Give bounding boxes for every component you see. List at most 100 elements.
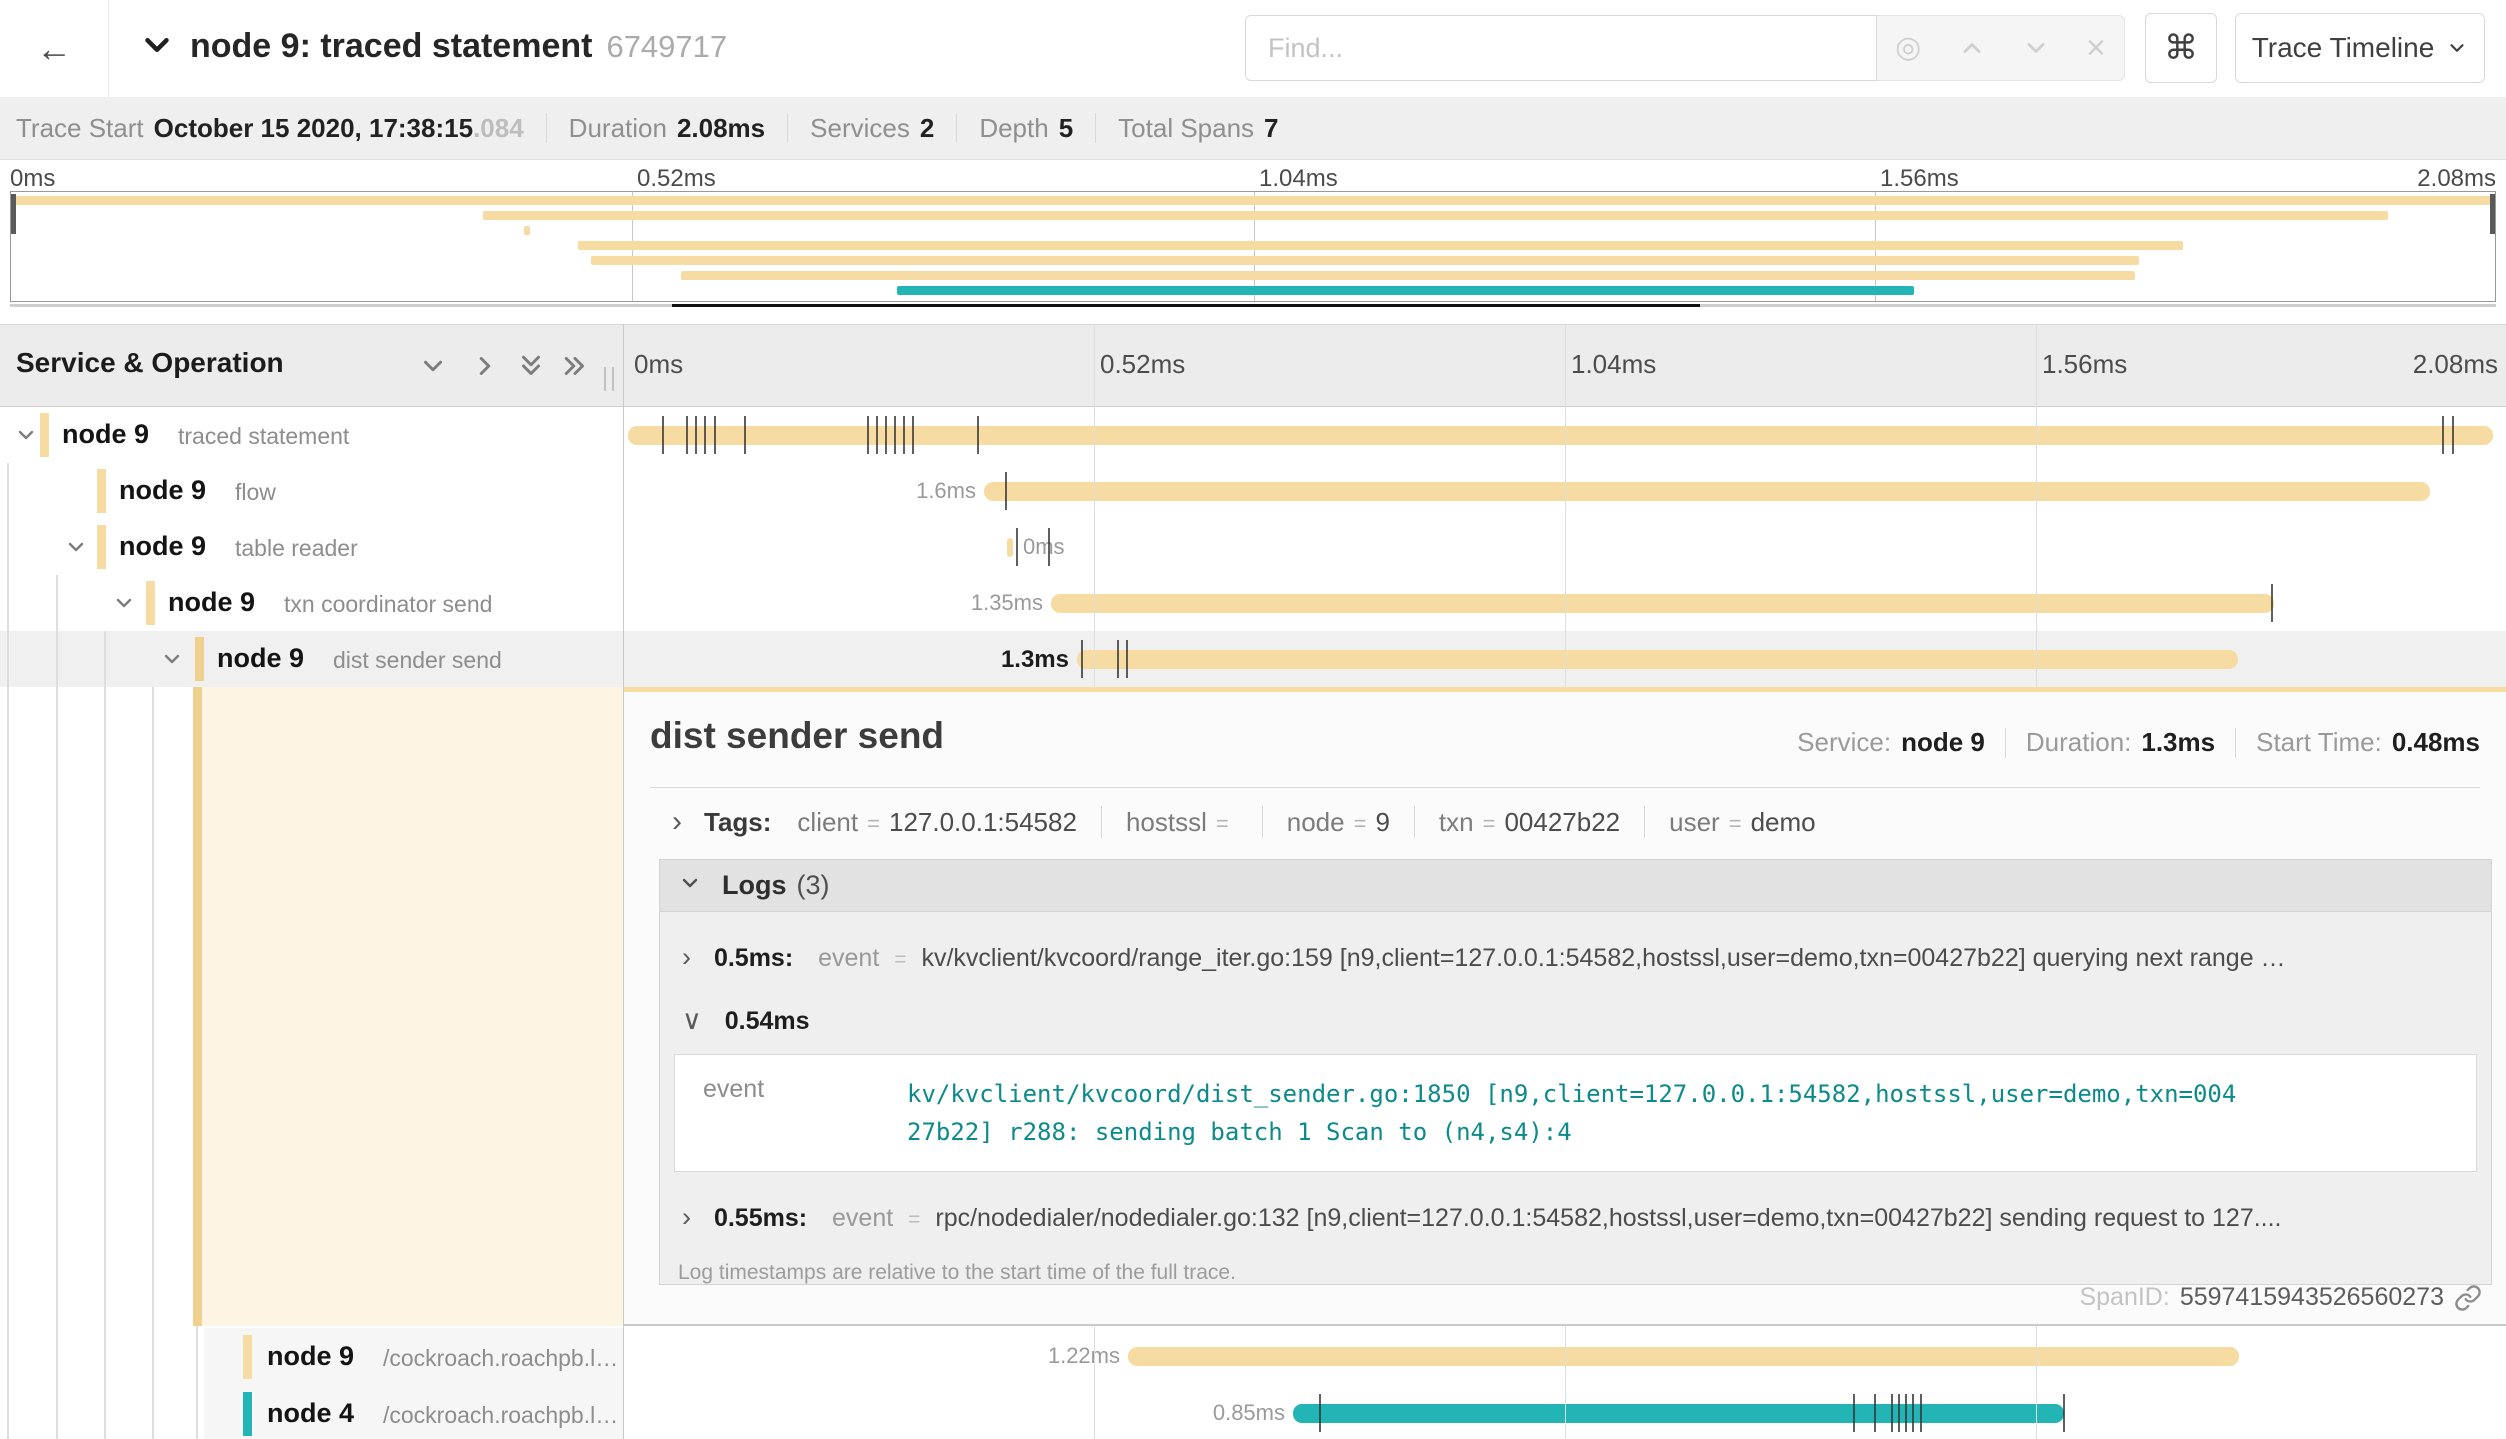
service-operation-header: Service & Operation (16, 347, 284, 379)
span-service: node 9 (119, 531, 206, 562)
trace-title-collapse-toggle[interactable] (138, 26, 176, 69)
span-operation: table reader (235, 535, 358, 562)
log-row-1[interactable]: › 0.5ms: event = kv/kvclient/kvcoord/ran… (682, 942, 2461, 973)
focus-match-icon[interactable]: ◎ (1895, 33, 1921, 63)
minimap-tick: 0ms (10, 165, 55, 193)
link-icon[interactable] (2454, 1284, 2482, 1312)
minimap-span-bar (591, 256, 2139, 265)
span-name-row-flow[interactable]: node 9 flow (0, 463, 623, 519)
span-service: node 9 (267, 1341, 354, 1372)
trace-depth: Depth 5 (979, 113, 1073, 144)
next-result-icon[interactable] (2022, 34, 2050, 62)
span-service: node 9 (62, 419, 149, 450)
chevron-right-icon: › (682, 942, 691, 972)
timeline-tick: 2.08ms (2413, 349, 2498, 380)
duration-label: Duration: (2026, 727, 2132, 758)
span-duration-bar[interactable] (1051, 594, 2274, 613)
span-duration-bar[interactable] (628, 426, 2493, 445)
span-service: node 9 (119, 475, 206, 506)
log-row-3[interactable]: › 0.55ms: event = rpc/nodedialer/nodedia… (682, 1202, 2461, 1233)
span-duration-bar[interactable] (984, 482, 2430, 501)
trace-name: node 9: traced statement (190, 27, 592, 65)
clear-search-icon[interactable]: × (2086, 31, 2106, 65)
span-duration-bar[interactable] (1293, 1404, 2064, 1423)
log-row-2-header[interactable]: ∨ 0.54ms (682, 1005, 2491, 1036)
view-selector-label: Trace Timeline (2252, 32, 2435, 64)
divider (956, 113, 957, 143)
log-field-value: rpc/nodedialer/nodedialer.go:132 [n9,cli… (935, 1204, 2281, 1232)
back-arrow-icon: ← (36, 28, 72, 70)
span-duration-bar[interactable] (1007, 538, 1013, 557)
span-operation: traced statement (178, 423, 349, 450)
timeline-tick: 0ms (634, 349, 683, 380)
expand-all-icon[interactable] (560, 351, 590, 386)
span-service: node 9 (168, 587, 255, 618)
minimap-right-scrubber[interactable] (2490, 194, 2495, 234)
expand-one-icon[interactable] (470, 351, 500, 386)
back-button[interactable]: ← (0, 0, 109, 97)
span-color-bar (146, 581, 155, 625)
log-field-value: kv/kvclient/kvcoord/dist_sender.go:1850 … (907, 1075, 2245, 1151)
span-name-row-txn-coordinator-send[interactable]: node 9 txn coordinator send (0, 575, 623, 631)
span-name-row-table-reader[interactable]: node 9 table reader (0, 519, 623, 575)
find-input-wrap (1245, 15, 1877, 81)
trace-view-selector[interactable]: Trace Timeline (2235, 13, 2485, 83)
span-color-bar (97, 469, 106, 513)
chevron-down-icon[interactable] (160, 647, 184, 676)
chevron-down-icon[interactable] (112, 591, 136, 620)
minimap-scroll-thumb[interactable] (672, 304, 1700, 307)
divider (650, 787, 2480, 788)
logs-title: Logs (722, 870, 787, 901)
selected-span-accent-block (202, 687, 623, 1326)
tag-client: client=127.0.0.1:54582 (797, 807, 1077, 838)
span-name-row-node4-roachpb[interactable]: node 4 /cockroach.roachpb.l… (0, 1385, 623, 1439)
logs-section: Logs (3) › 0.5ms: event = kv/kvclient/kv… (659, 859, 2492, 1285)
minimap-tick: 0.52ms (637, 165, 716, 193)
trace-services: Services 2 (810, 113, 934, 144)
span-name-row-traced-statement[interactable]: node 9 traced statement (0, 407, 623, 463)
chevron-right-icon: › (682, 1202, 691, 1232)
logs-header[interactable]: Logs (3) (660, 860, 2491, 912)
chevron-down-icon (2446, 37, 2468, 59)
minimap-span-bar (11, 196, 2495, 205)
span-operation: dist sender send (333, 647, 502, 674)
minimap-viewport[interactable] (10, 191, 2496, 302)
collapse-one-icon[interactable] (418, 351, 448, 386)
minimap-scroll-track[interactable] (10, 304, 2496, 307)
span-name-row-dist-sender-send[interactable]: node 9 dist sender send (0, 631, 623, 687)
divider (787, 113, 788, 143)
prev-result-icon[interactable] (1958, 34, 1986, 62)
minimap-span-bar (681, 271, 2135, 280)
log-field-key: event (675, 1075, 907, 1151)
spanid-value: 5597415943526560273 (2180, 1283, 2444, 1312)
timeline-main: Service & Operation 0ms 0.52ms 1.04ms 1.… (0, 320, 2506, 1439)
chevron-right-icon: › (672, 805, 682, 839)
minimap-tick: 1.04ms (1259, 165, 1338, 193)
chevron-down-icon[interactable] (64, 535, 88, 564)
span-duration-label: 1.3ms (909, 646, 1069, 674)
minimap-span-bar (483, 211, 2388, 220)
span-duration-bar[interactable] (1128, 1347, 2239, 1366)
minimap-left-scrubber[interactable] (11, 194, 16, 234)
log-field-value: kv/kvclient/kvcoord/range_iter.go:159 [n… (921, 944, 2285, 972)
span-duration-bar[interactable] (1077, 650, 2238, 669)
jaeger-trace-view: ← node 9: traced statement6749717 ◎ × ⌘ … (0, 0, 2506, 1439)
timeline-tick: 1.04ms (1571, 349, 1656, 380)
tag-txn: txn=00427b22 (1439, 807, 1620, 838)
column-divider[interactable] (623, 324, 624, 1439)
find-controls: ◎ × (1877, 15, 2125, 81)
collapse-all-icon[interactable] (516, 351, 546, 386)
detail-meta: Service: node 9 Duration: 1.3ms Start Ti… (1797, 727, 2480, 758)
chevron-down-icon[interactable] (14, 423, 38, 452)
find-input[interactable] (1246, 16, 1876, 80)
span-color-bar (243, 1392, 252, 1436)
tag-user: user=demo (1669, 807, 1815, 838)
tags-toggle-row[interactable]: › Tags: client=127.0.0.1:54582 hostssl= … (672, 805, 1816, 839)
span-name-row-node9-roachpb[interactable]: node 9 /cockroach.roachpb.l… (0, 1328, 623, 1385)
indent-guide (152, 687, 154, 1439)
spanid-label: SpanID: (2079, 1283, 2169, 1312)
column-resize-grip[interactable] (604, 367, 614, 391)
divider (1262, 806, 1263, 838)
log-timestamp: 0.55ms: (714, 1204, 807, 1232)
keyboard-shortcuts-button[interactable]: ⌘ (2145, 13, 2217, 83)
